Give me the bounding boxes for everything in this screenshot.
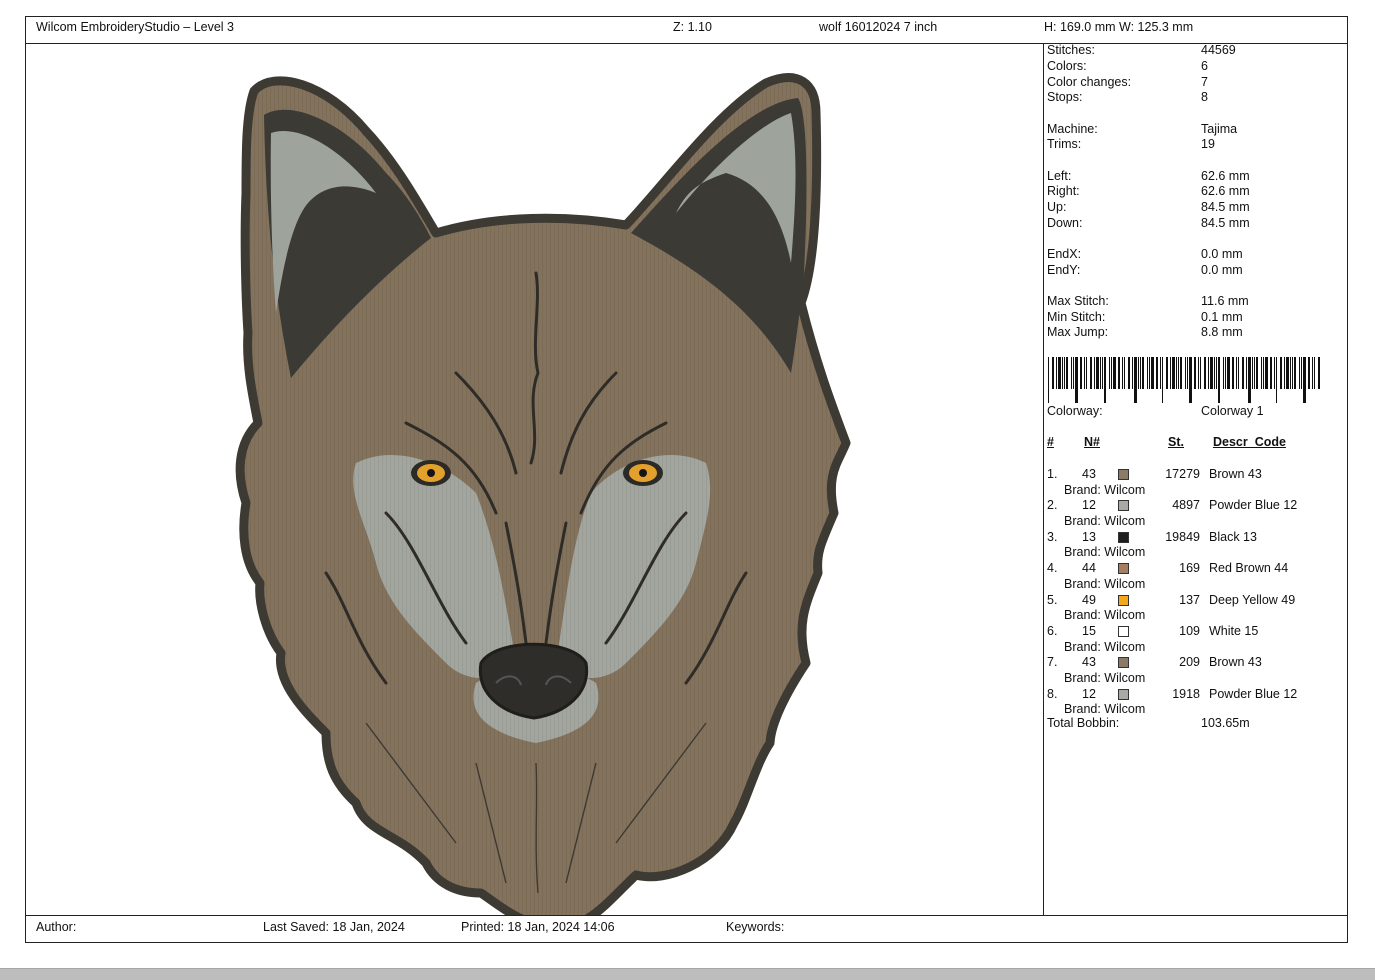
stat-left: Left: 62.6 mm: [1047, 169, 1250, 183]
color-row-number: 12: [1082, 498, 1096, 513]
color-swatch: [1118, 657, 1129, 669]
stat-colorway: Colorway: Colorway 1: [1047, 404, 1264, 418]
color-row-brand: Brand: Wilcom: [1064, 671, 1146, 685]
color-row-brand: Brand: Wilcom: [1064, 482, 1146, 497]
print-preview-sheet: Wilcom EmbroideryStudio – Level 3 Z: 1.1…: [25, 16, 1348, 943]
col-header-descr: Descr_Code: [1213, 435, 1286, 449]
color-row-index: 3.: [1047, 529, 1058, 544]
color-row-index: 6.: [1047, 624, 1058, 638]
color-swatch: [1118, 531, 1129, 543]
color-swatch: [1118, 688, 1129, 700]
window-bottom-edge: [0, 968, 1375, 980]
color-row-description: Brown 43: [1209, 655, 1262, 670]
color-row-stitches: 137: [1179, 592, 1200, 607]
color-row-description: Powder Blue 12: [1209, 498, 1298, 513]
barcode-image: [1048, 357, 1320, 403]
stat-stitches: Stitches: 44569: [1047, 43, 1236, 57]
color-row-number: 13: [1082, 529, 1096, 544]
stat-trims: Trims: 19: [1047, 137, 1215, 151]
color-row-brand: Brand: Wilcom: [1064, 545, 1146, 560]
stats-panel: Stitches: 44569 Colors: 6 Color changes: 7 …: [1044, 43, 1347, 916]
app-title: Wilcom EmbroideryStudio – Level 3: [36, 20, 234, 34]
color-swatch: [1118, 626, 1129, 637]
color-row-index: 1.: [1047, 467, 1058, 481]
color-row-index: 5.: [1047, 592, 1058, 607]
printed-date: Printed: 18 Jan, 2024 14:06: [461, 920, 615, 934]
color-row-index: 2.: [1047, 498, 1058, 513]
color-swatch: [1118, 594, 1129, 606]
stat-max-stitch: Max Stitch: 11.6 mm: [1047, 294, 1249, 308]
stat-stops: Stops: 8: [1047, 90, 1208, 104]
keywords-label: Keywords:: [726, 920, 785, 934]
stat-min-stitch: Min Stitch: 0.1 mm: [1047, 310, 1243, 324]
color-swatch: [1118, 563, 1129, 575]
color-row-stitches: 109: [1179, 624, 1200, 638]
color-row-description: Deep Yellow 49: [1209, 592, 1296, 607]
header-bar: Wilcom EmbroideryStudio – Level 3 Z: 1.1…: [26, 17, 1347, 44]
color-row-number: 15: [1082, 624, 1096, 638]
total-bobbin: Total Bobbin: 103.65m: [1047, 716, 1250, 731]
color-row-brand: Brand: Wilcom: [1064, 639, 1146, 654]
stat-endx: EndX: 0.0 mm: [1047, 247, 1243, 261]
color-row-stitches: 209: [1179, 655, 1200, 670]
color-row-number: 12: [1082, 686, 1096, 701]
color-row-description: Black 13: [1209, 529, 1257, 544]
color-row-number: 43: [1082, 467, 1096, 481]
color-row-number: 44: [1082, 561, 1096, 576]
color-row-brand: Brand: Wilcom: [1064, 514, 1146, 528]
color-row-stitches: 19849: [1165, 529, 1200, 544]
stat-right: Right: 62.6 mm: [1047, 184, 1250, 198]
color-row-stitches: 1918: [1172, 686, 1200, 701]
design-dimensions: H: 169.0 mm W: 125.3 mm: [1044, 20, 1194, 34]
color-row-description: Powder Blue 12: [1209, 686, 1298, 701]
color-row-index: 7.: [1047, 655, 1058, 670]
stat-machine: Machine: Tajima: [1047, 122, 1238, 136]
color-row-index: 8.: [1047, 686, 1058, 701]
color-row-number: 43: [1082, 655, 1096, 670]
color-swatch: [1118, 469, 1129, 480]
color-row-number: 49: [1082, 592, 1096, 607]
design-name: wolf 16012024 7 inch: [819, 20, 938, 34]
color-row-description: Red Brown 44: [1209, 561, 1289, 576]
color-row-brand: Brand: Wilcom: [1064, 608, 1146, 623]
stat-down: Down: 84.5 mm: [1047, 216, 1250, 230]
stat-max-jump: Max Jump: 8.8 mm: [1047, 325, 1243, 339]
last-saved: Last Saved: 18 Jan, 2024: [263, 920, 405, 934]
col-header-n: N#: [1084, 435, 1100, 449]
color-row-brand: Brand: Wilcom: [1064, 576, 1146, 591]
color-row-description: White 15: [1209, 624, 1259, 638]
design-preview: [26, 43, 1044, 916]
color-row-stitches: 169: [1179, 561, 1200, 576]
col-header-num: #: [1047, 435, 1054, 449]
color-row-stitches: 4897: [1172, 498, 1200, 513]
footer-bar: Author: Last Saved: 18 Jan, 2024 Printed…: [26, 915, 1347, 942]
stat-endy: EndY: 0.0 mm: [1047, 263, 1243, 277]
zoom-level: Z: 1.10: [673, 20, 712, 34]
stat-up: Up: 84.5 mm: [1047, 200, 1250, 214]
color-row-index: 4.: [1047, 561, 1058, 576]
author-label: Author:: [36, 920, 77, 934]
stat-colors: Colors: 6: [1047, 59, 1208, 73]
color-row-brand: Brand: Wilcom: [1064, 702, 1146, 717]
col-header-st: St.: [1168, 435, 1184, 449]
stat-color-changes: Color changes: 7: [1047, 75, 1208, 89]
color-row-stitches: 17279: [1165, 467, 1200, 481]
wolf-embroidery-image: [235, 73, 851, 916]
color-row-description: Brown 43: [1209, 467, 1262, 481]
color-swatch: [1118, 500, 1129, 512]
